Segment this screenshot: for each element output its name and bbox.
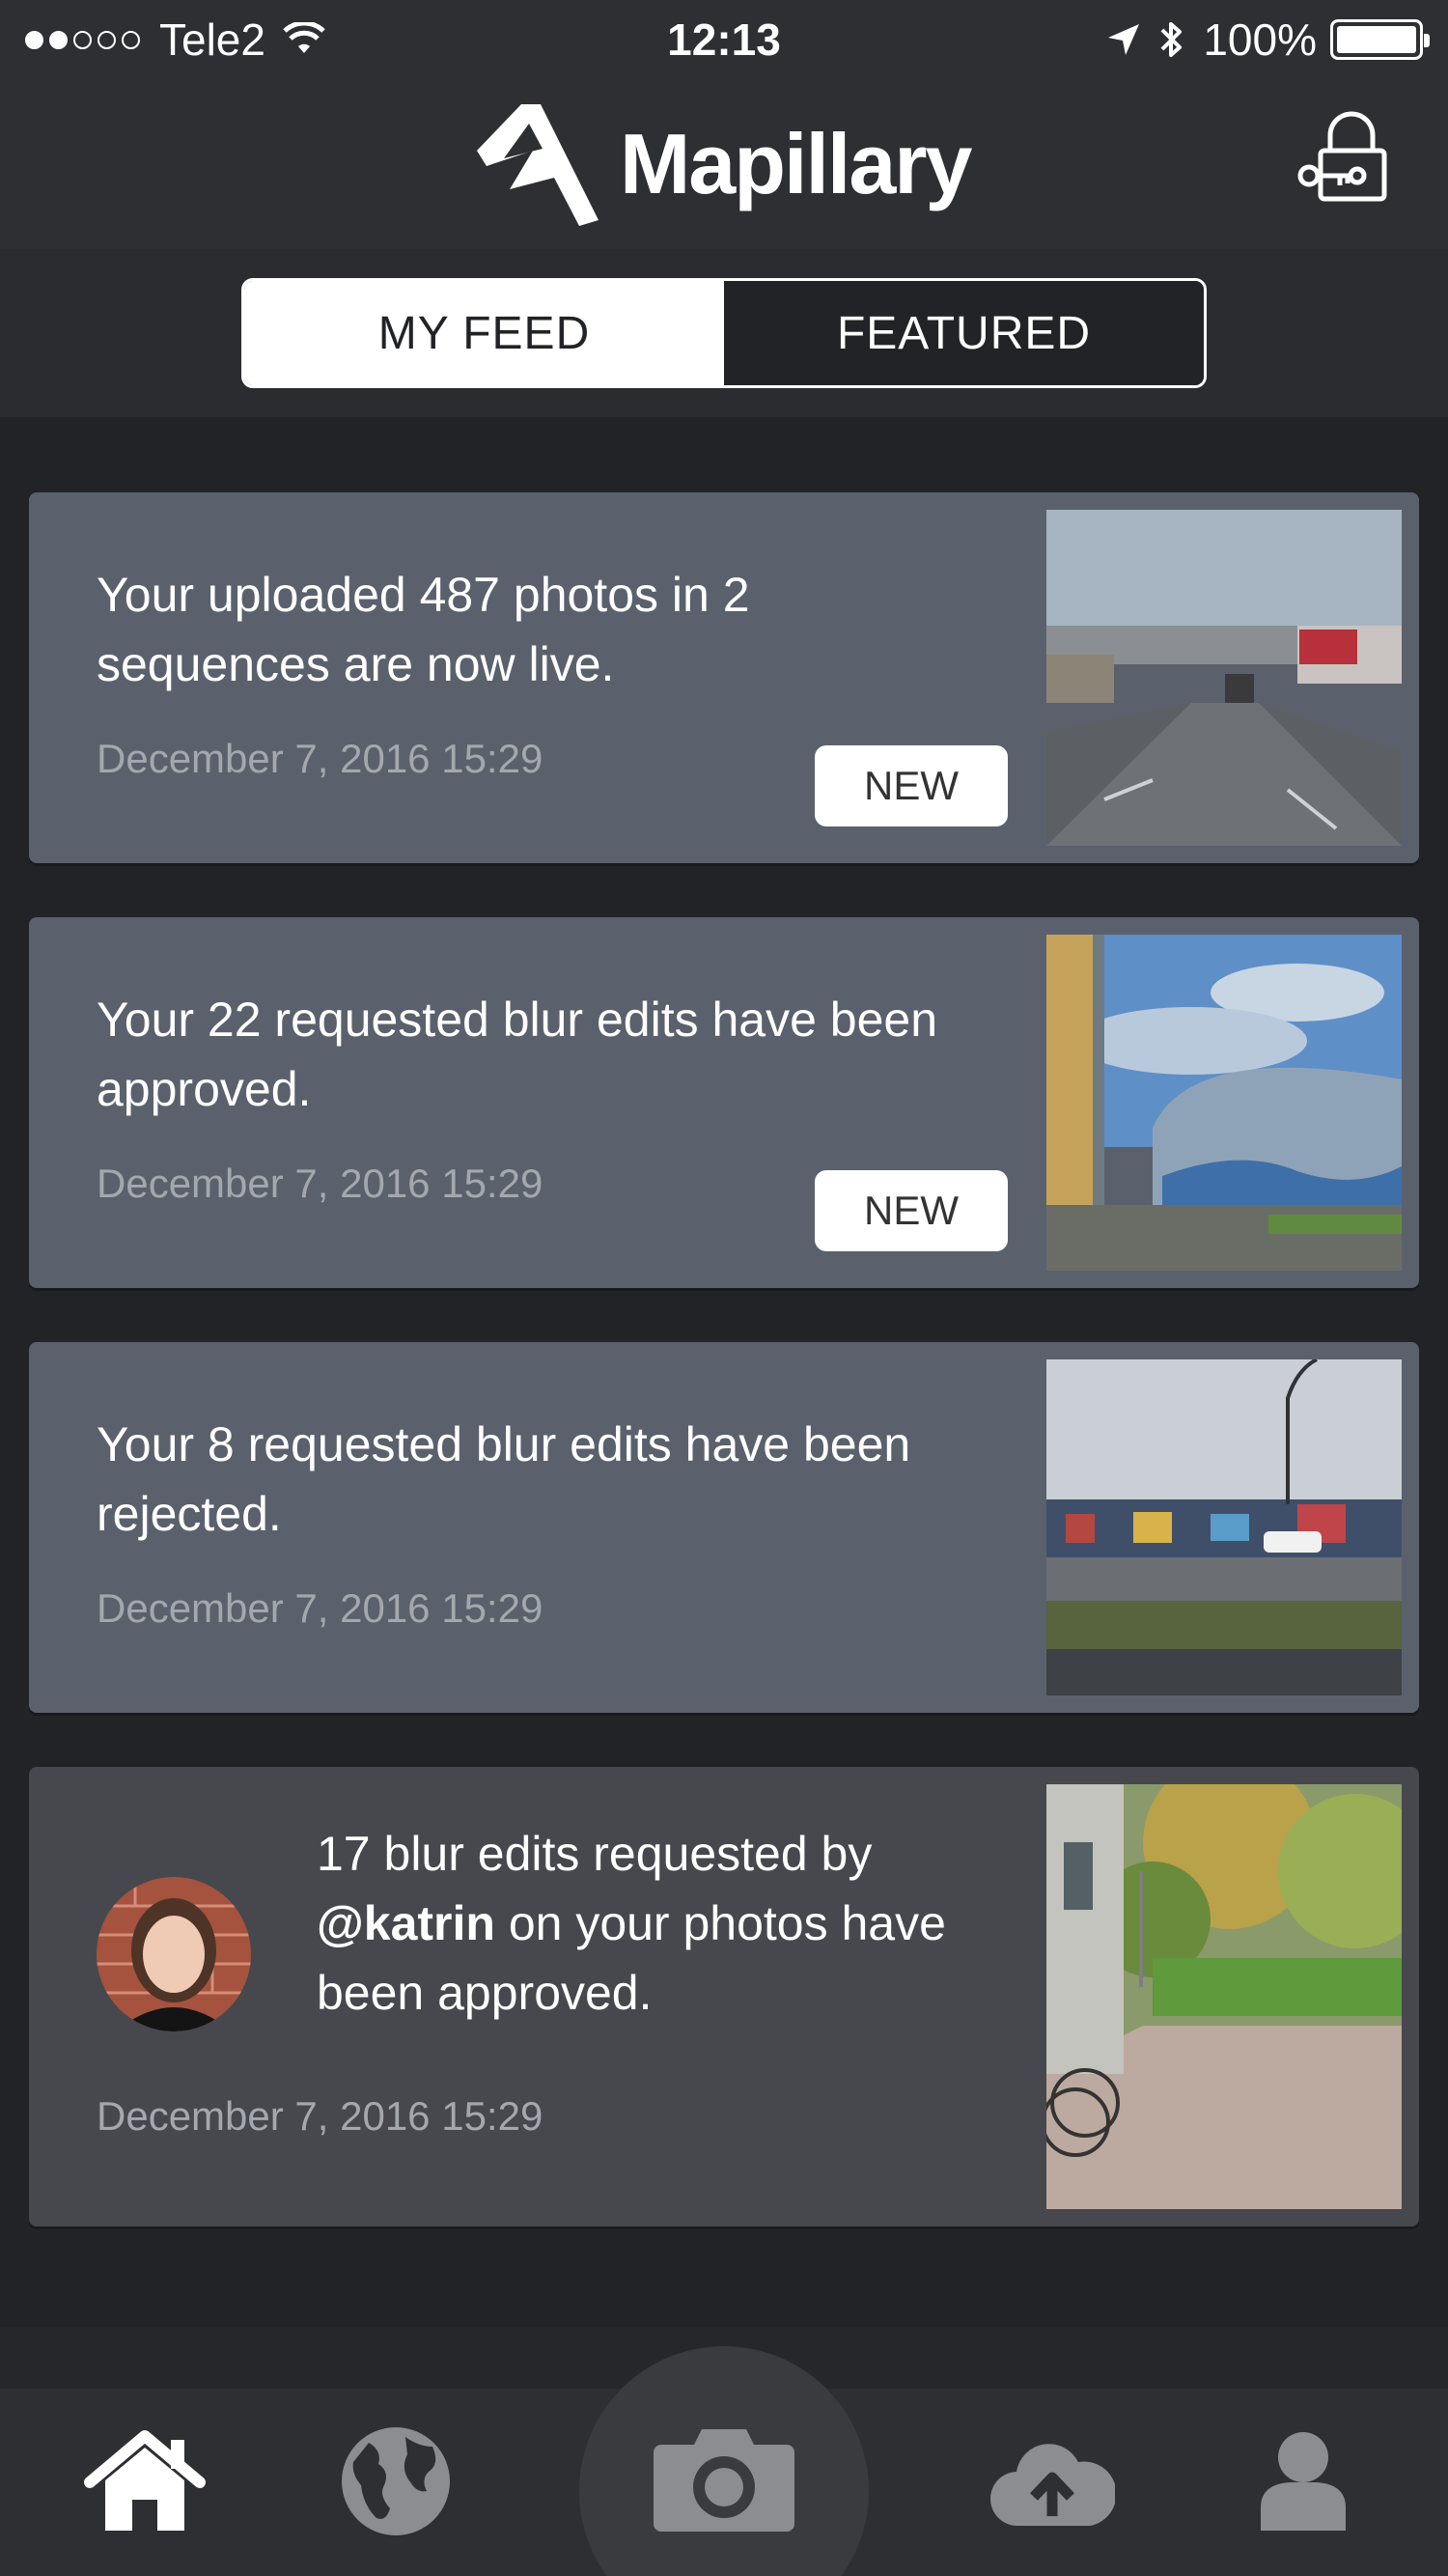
battery-percent: 100% [1203, 14, 1317, 65]
new-badge: NEW [815, 745, 1008, 826]
tab-featured[interactable]: FEATURED [724, 281, 1204, 385]
battery-icon [1330, 19, 1430, 60]
avatar[interactable] [97, 1877, 251, 2031]
feed-item[interactable]: Your 22 requested blur edits have been a… [29, 917, 1419, 1288]
upload-cloud-icon [990, 2444, 1115, 2527]
feed-item-text: 17 blur edits requested by @katrin on yo… [317, 1819, 992, 2028]
feed-item[interactable]: Your uploaded 487 photos in 2 sequences … [29, 492, 1419, 863]
photo-thumbnail[interactable] [1046, 935, 1402, 1271]
photo-thumbnail[interactable] [1046, 1359, 1402, 1695]
feed-item-date: December 7, 2016 15:29 [97, 1585, 543, 1631]
status-right: 100% [1106, 14, 1430, 66]
mapillary-logo-icon [477, 104, 599, 226]
new-badge: NEW [815, 1170, 1008, 1251]
feed-segmented-control: MY FEED FEATURED [241, 278, 1207, 388]
bluetooth-icon [1160, 22, 1183, 57]
feed-item[interactable]: Your 8 requested blur edits have been re… [29, 1342, 1419, 1713]
camera-icon [654, 2429, 794, 2532]
feed-item[interactable]: 17 blur edits requested by @katrin on yo… [29, 1767, 1419, 2226]
photo-thumbnail[interactable] [1046, 510, 1402, 846]
user-mention-link[interactable]: @katrin [317, 1896, 495, 1950]
location-arrow-icon [1108, 24, 1140, 55]
feed-item-date: December 7, 2016 15:29 [97, 2093, 543, 2139]
tab-profile[interactable] [1240, 2423, 1366, 2539]
login-button[interactable] [1294, 108, 1394, 209]
feed-item-date: December 7, 2016 15:29 [97, 736, 543, 781]
feed-tab-bar: MY FEED FEATURED [0, 249, 1448, 417]
user-icon [1261, 2432, 1346, 2531]
lock-key-icon [1297, 111, 1387, 202]
feed-item-text: Your uploaded 487 photos in 2 sequences … [97, 568, 750, 691]
brand-name: Mapillary [620, 116, 972, 211]
status-bar: Tele2 12:13 100% [0, 0, 1448, 79]
home-icon [84, 2430, 206, 2531]
tab-home[interactable] [82, 2423, 208, 2539]
brand: Mapillary [471, 100, 972, 228]
feed-item-text-start: 17 blur edits requested by [317, 1827, 873, 1881]
photo-thumbnail[interactable] [1046, 1784, 1402, 2209]
screen: Tele2 12:13 100% Mapillary MY FEED FEATU… [0, 0, 1448, 2576]
globe-icon [342, 2427, 450, 2535]
tab-my-feed[interactable]: MY FEED [244, 281, 724, 385]
tab-upload[interactable] [989, 2423, 1115, 2539]
app-header: Mapillary [0, 79, 1448, 249]
tab-explore[interactable] [333, 2423, 459, 2539]
feed-item-date: December 7, 2016 15:29 [97, 1161, 543, 1206]
feed-item-text: Your 22 requested blur edits have been a… [97, 993, 938, 1116]
feed-item-text: Your 8 requested blur edits have been re… [97, 1417, 911, 1541]
